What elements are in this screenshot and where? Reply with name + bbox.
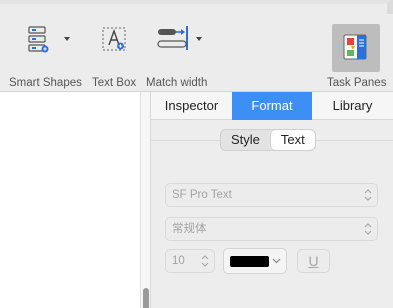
text-box-label: Text Box <box>92 77 137 89</box>
titlebar-edge <box>0 0 393 4</box>
task-panes-icon <box>343 34 367 60</box>
vertical-scrollbar[interactable] <box>140 92 151 308</box>
scrollbar-thumb[interactable] <box>143 288 149 308</box>
font-style-popup[interactable]: 常规体 <box>165 217 378 241</box>
document-canvas[interactable] <box>0 92 140 308</box>
task-panes-label: Task Panes <box>327 77 387 89</box>
style-text-segmented-control: Style Text <box>220 129 316 151</box>
updown-chevron-icon <box>364 189 372 201</box>
inspector-tabs: Inspector Format Library <box>151 92 393 120</box>
chevron-down-icon <box>272 258 281 264</box>
updown-chevron-icon <box>364 223 372 235</box>
smart-shapes-label: Smart Shapes <box>9 77 82 89</box>
text-box-button[interactable] <box>101 24 127 54</box>
text-color-well[interactable] <box>223 248 287 274</box>
font-family-value: SF Pro Text <box>172 189 232 201</box>
toolbar: Smart Shapes Text Box Match width Task P… <box>0 0 393 92</box>
tab-inspector[interactable]: Inspector <box>151 92 232 120</box>
tab-library[interactable]: Library <box>312 92 393 120</box>
font-size-value: 10 <box>172 255 185 267</box>
font-size-stepper[interactable]: 10 <box>165 249 215 273</box>
font-style-value: 常规体 <box>172 223 207 235</box>
underline-button[interactable]: U <box>297 249 330 273</box>
segment-text[interactable]: Text <box>269 130 315 150</box>
color-swatch <box>230 256 269 267</box>
dropdown-arrow-icon <box>64 37 70 41</box>
inspector-panel: Inspector Format Library Style Text SF P… <box>151 92 393 308</box>
window-corner <box>387 0 393 14</box>
tab-format[interactable]: Format <box>232 92 312 120</box>
dropdown-arrow-icon <box>196 37 202 41</box>
match-width-icon <box>157 26 202 50</box>
match-width-button[interactable] <box>156 24 208 54</box>
smart-shapes-button[interactable] <box>26 24 76 54</box>
segment-style[interactable]: Style <box>221 130 270 150</box>
smart-shapes-icon <box>28 26 70 53</box>
underline-icon: U <box>308 253 319 269</box>
task-panes-button[interactable] <box>332 24 380 72</box>
font-family-popup[interactable]: SF Pro Text <box>165 183 378 207</box>
stepper-arrows-icon[interactable] <box>201 254 209 268</box>
text-box-icon <box>102 27 126 51</box>
match-width-label: Match width <box>146 77 208 89</box>
